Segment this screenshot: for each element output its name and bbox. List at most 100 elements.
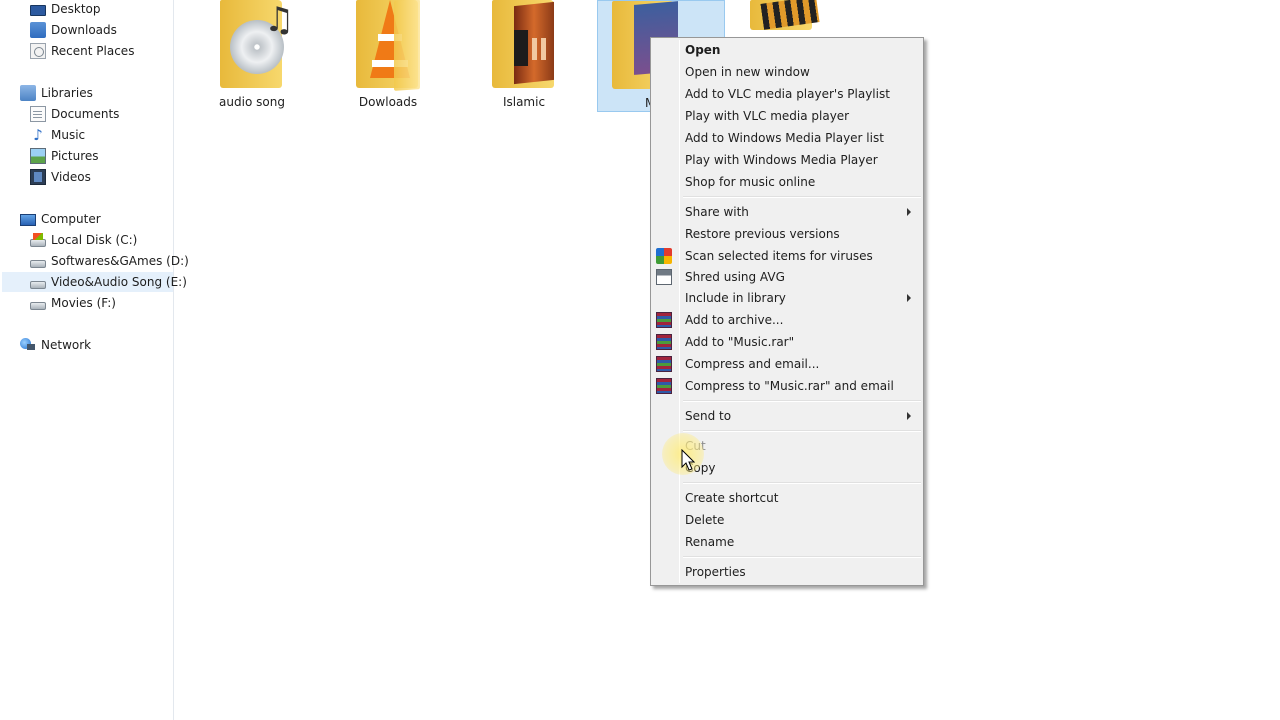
menu-label: Scan selected items for viruses — [685, 249, 873, 263]
nav-item-drive-f[interactable]: Movies (F:) — [30, 293, 116, 313]
menu-label: Create shortcut — [685, 491, 779, 505]
menu-label: Add to archive... — [685, 313, 784, 327]
nav-item-downloads[interactable]: Downloads — [30, 20, 117, 40]
menu-separator — [683, 430, 921, 432]
nav-item-pictures[interactable]: Pictures — [30, 146, 99, 166]
menu-item-properties[interactable]: Properties — [653, 561, 921, 583]
context-menu[interactable]: Open Open in new window Add to VLC media… — [650, 37, 924, 586]
menu-label: Play with Windows Media Player — [685, 153, 878, 167]
menu-item-scan-viruses[interactable]: Scan selected items for viruses — [653, 245, 921, 267]
network-icon — [20, 337, 36, 353]
nav-label: Local Disk (C:) — [51, 233, 138, 247]
menu-item-open[interactable]: Open — [653, 39, 921, 61]
menu-item-open-new-window[interactable]: Open in new window — [653, 61, 921, 83]
submenu-arrow-icon — [907, 208, 911, 216]
menu-item-compress-email[interactable]: Compress and email... — [653, 353, 921, 375]
menu-item-send-to[interactable]: Send to — [653, 405, 921, 427]
nav-label: Video&Audio Song (E:) — [51, 275, 187, 289]
nav-label: Libraries — [41, 86, 93, 100]
folder-label: Islamic — [502, 95, 546, 109]
menu-item-add-vlc-playlist[interactable]: Add to VLC media player's Playlist — [653, 83, 921, 105]
menu-item-add-music-rar[interactable]: Add to "Music.rar" — [653, 331, 921, 353]
navigation-pane[interactable]: Desktop Downloads Recent Places Librarie… — [0, 0, 189, 720]
nav-item-music[interactable]: ♪ Music — [30, 125, 85, 145]
desktop-icon — [30, 4, 46, 16]
menu-item-share-with[interactable]: Share with — [653, 201, 921, 223]
nav-label: Pictures — [51, 149, 99, 163]
nav-item-recent-places[interactable]: Recent Places — [30, 41, 134, 61]
videos-icon — [30, 169, 46, 185]
menu-item-restore-versions[interactable]: Restore previous versions — [653, 223, 921, 245]
nav-label: Network — [41, 338, 92, 352]
winrar-icon — [656, 334, 672, 350]
nav-label: Music — [51, 128, 86, 142]
winrar-icon — [656, 378, 672, 394]
menu-separator — [683, 482, 921, 484]
menu-item-play-vlc[interactable]: Play with VLC media player — [653, 105, 921, 127]
menu-item-add-wmp-list[interactable]: Add to Windows Media Player list — [653, 127, 921, 149]
menu-label: Shop for music online — [685, 175, 816, 189]
menu-item-create-shortcut[interactable]: Create shortcut — [653, 487, 921, 509]
menu-item-add-archive[interactable]: Add to archive... — [653, 309, 921, 331]
nav-item-computer[interactable]: Computer — [20, 209, 101, 229]
menu-item-shop-music[interactable]: Shop for music online — [653, 171, 921, 193]
folder-audio-song[interactable]: ♫ audio song — [202, 0, 302, 112]
nav-label: Videos — [51, 170, 91, 184]
menu-item-include-library[interactable]: Include in library — [653, 287, 921, 309]
menu-label: Delete — [685, 513, 725, 527]
nav-label: Documents — [51, 107, 120, 121]
recent-places-icon — [30, 43, 46, 59]
folder-dowloads[interactable]: Dowloads — [338, 0, 438, 112]
submenu-arrow-icon — [907, 294, 911, 302]
menu-label: Include in library — [685, 291, 786, 305]
menu-label: Open in new window — [685, 65, 810, 79]
submenu-arrow-icon — [907, 412, 911, 420]
nav-item-drive-c[interactable]: Local Disk (C:) — [30, 230, 137, 250]
menu-separator — [683, 556, 921, 558]
menu-label: Play with VLC media player — [685, 109, 850, 123]
folder-label: audio song — [219, 95, 285, 109]
menu-label: Compress and email... — [685, 357, 820, 371]
documents-icon — [30, 106, 46, 122]
nav-item-libraries[interactable]: Libraries — [20, 83, 93, 103]
folder-label: Dowloads — [358, 95, 418, 109]
drive-icon — [30, 301, 46, 310]
menu-item-shred-avg[interactable]: Shred using AVG — [653, 266, 921, 288]
drive-icon — [30, 259, 46, 268]
menu-label: Add to Windows Media Player list — [685, 131, 884, 145]
picture-folder-icon — [492, 0, 558, 90]
nav-label: Downloads — [51, 23, 117, 37]
nav-item-drive-d[interactable]: Softwares&GAmes (D:) — [30, 251, 189, 271]
nav-item-documents[interactable]: Documents — [30, 104, 119, 124]
winrar-icon — [656, 356, 672, 372]
menu-item-play-wmp[interactable]: Play with Windows Media Player — [653, 149, 921, 171]
menu-label: Open — [685, 43, 721, 57]
menu-item-compress-music-rar-email[interactable]: Compress to "Music.rar" and email — [653, 375, 921, 397]
nav-label: Recent Places — [51, 44, 135, 58]
nav-item-videos[interactable]: Videos — [30, 167, 91, 187]
menu-item-rename[interactable]: Rename — [653, 531, 921, 553]
menu-item-delete[interactable]: Delete — [653, 509, 921, 531]
nav-label: Computer — [41, 212, 101, 226]
mouse-pointer-icon — [681, 449, 695, 471]
nav-item-drive-e[interactable]: Video&Audio Song (E:) — [2, 272, 187, 292]
menu-label: Restore previous versions — [685, 227, 840, 241]
folder-islamic[interactable]: Islamic — [474, 0, 574, 112]
menu-label: Properties — [685, 565, 746, 579]
menu-label: Add to VLC media player's Playlist — [685, 87, 890, 101]
drive-icon — [30, 280, 46, 289]
avg-icon — [656, 248, 672, 264]
pictures-icon — [30, 148, 46, 164]
nav-label: Desktop — [51, 2, 101, 16]
nav-item-network[interactable]: Network — [20, 335, 91, 355]
libraries-icon — [20, 85, 36, 101]
windows-drive-icon — [30, 232, 46, 247]
vlc-folder-icon — [356, 0, 422, 91]
shredder-icon — [656, 269, 672, 285]
downloads-folder-icon — [30, 22, 46, 38]
menu-label: Add to "Music.rar" — [685, 335, 795, 349]
menu-label: Compress to "Music.rar" and email — [685, 379, 894, 393]
nav-item-desktop[interactable]: Desktop — [30, 0, 101, 19]
menu-label: Shred using AVG — [685, 270, 785, 284]
menu-label: Send to — [685, 409, 732, 423]
